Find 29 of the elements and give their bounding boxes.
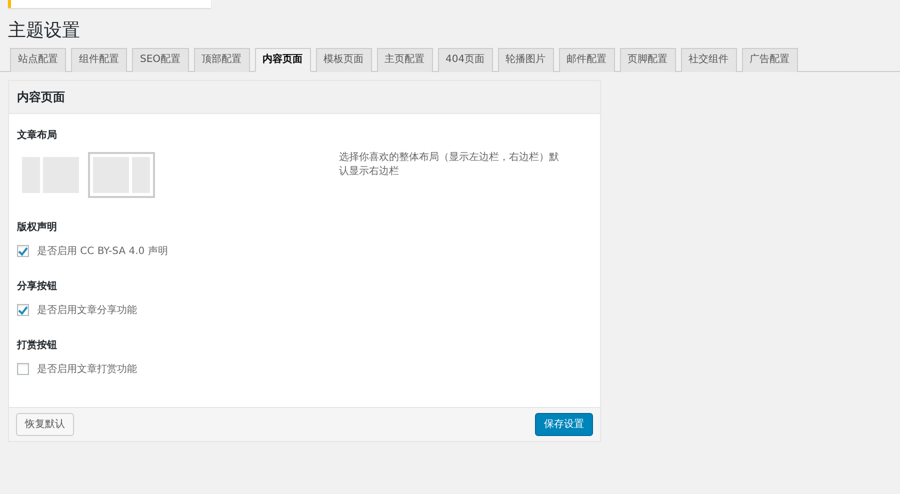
tab[interactable]: 内容页面 [254, 48, 311, 72]
tab[interactable]: 模板页面 [316, 48, 372, 72]
panel-title: 内容页面 [9, 80, 600, 114]
right-sidebar-layout-option[interactable] [88, 152, 155, 198]
tab[interactable]: 组件配置 [71, 48, 127, 72]
checkbox[interactable] [17, 245, 29, 258]
tab[interactable]: 社交组件 [680, 48, 737, 72]
tab[interactable]: 站点配置 [10, 48, 66, 72]
tab[interactable]: 页脚配置 [620, 48, 676, 72]
tab[interactable]: 主页配置 [376, 48, 433, 72]
checkbox-label: 是否启用文章打赏功能 [37, 362, 137, 377]
section-label: 打赏按钮 [17, 338, 58, 353]
tab[interactable]: 轮播图片 [498, 48, 554, 72]
tab[interactable]: 404页面 [438, 48, 493, 72]
tab[interactable]: 广告配置 [742, 48, 798, 72]
checkbox[interactable] [17, 363, 29, 376]
reset-button[interactable]: 恢复默认 [16, 412, 74, 436]
checkbox-label: 是否启用文章分享功能 [37, 304, 137, 318]
tab[interactable]: SEO配置 [132, 48, 189, 72]
save-button[interactable]: 保存设置 [535, 412, 593, 436]
checkbox-label: 是否启用 CC BY-SA 4.0 声明 [37, 244, 168, 259]
section-label: 文章布局 [17, 128, 58, 143]
page-title: 主题设置 [8, 20, 81, 42]
section-label: 分享按钮 [17, 279, 58, 294]
tab[interactable]: 顶部配置 [194, 48, 250, 72]
layout-description: 选择你喜欢的整体布局（显示左边栏，右边栏）默认显示右边栏 [339, 150, 559, 179]
tab[interactable]: 邮件配置 [558, 48, 615, 72]
checkbox[interactable] [17, 304, 29, 316]
section-label: 版权声明 [17, 220, 58, 235]
